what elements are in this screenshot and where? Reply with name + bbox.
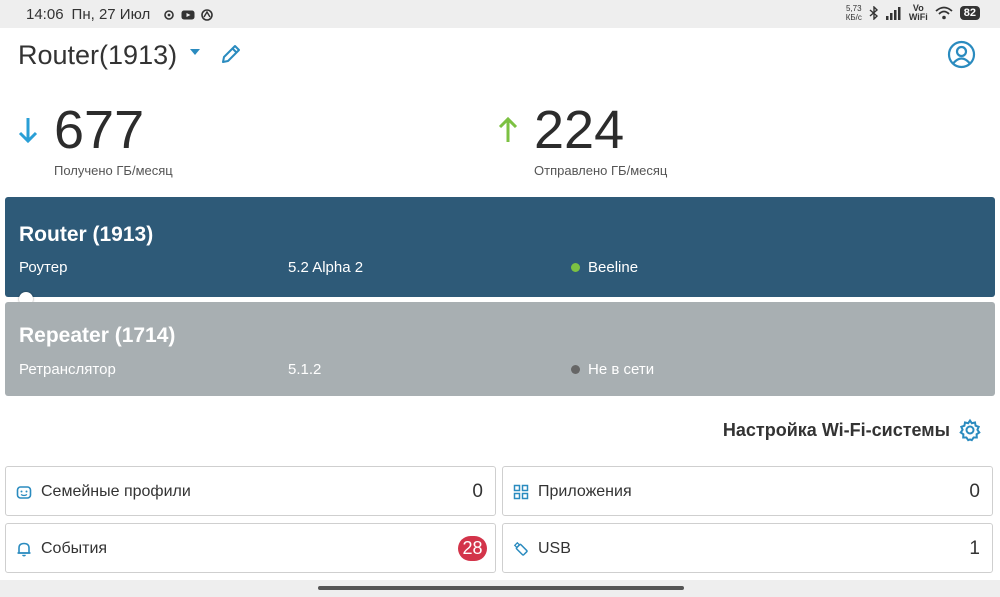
gear-icon xyxy=(959,418,981,442)
tile-label: Семейные профили xyxy=(41,483,191,500)
events-count-badge: 28 xyxy=(458,536,487,561)
received-label: Получено ГБ/месяц xyxy=(54,163,173,178)
vowifi-indicator: Vo WiFi xyxy=(909,4,928,22)
status-time: 14:06 xyxy=(26,6,64,23)
arrow-up-icon xyxy=(498,116,518,142)
speed-value: 5,73 xyxy=(845,4,862,13)
signal-icon xyxy=(885,6,901,20)
settings-icon xyxy=(164,9,175,20)
grid-icon xyxy=(513,484,529,500)
wifi-settings-link[interactable]: Настройка Wi-Fi-системы xyxy=(723,418,982,442)
device-version: 5.2 Alpha 2 xyxy=(288,259,364,276)
device-name: Repeater (1714) xyxy=(19,324,176,347)
tile-count: 0 xyxy=(472,481,483,502)
gesture-handle[interactable] xyxy=(318,586,684,590)
app-icon xyxy=(201,8,214,21)
tile-label: USB xyxy=(538,540,571,557)
dropdown-arrow-icon[interactable] xyxy=(190,49,200,56)
tile-family-profiles[interactable]: Семейные профили 0 xyxy=(5,466,496,516)
vowifi-bottom: WiFi xyxy=(908,12,928,22)
device-type: Роутер xyxy=(19,259,68,276)
status-date: Пн, 27 Июл xyxy=(71,6,151,23)
status-dot-offline xyxy=(571,365,580,374)
device-type: Ретранслятор xyxy=(19,361,116,378)
account-icon[interactable] xyxy=(947,40,976,69)
device-status-text: Не в сети xyxy=(588,361,655,378)
tile-label: Приложения xyxy=(538,483,632,500)
bell-icon xyxy=(17,542,31,557)
tile-count: 1 xyxy=(969,538,980,559)
device-status-text: Beeline xyxy=(588,259,639,276)
tile-applications[interactable]: Приложения 0 xyxy=(502,466,993,516)
device-name: Router (1913) xyxy=(19,223,154,246)
tile-events[interactable]: События 28 xyxy=(5,523,496,573)
network-speed: 5,73 КБ/с xyxy=(846,4,862,22)
device-version: 5.1.2 xyxy=(288,361,322,378)
device-status: Beeline xyxy=(571,259,638,276)
speed-unit: КБ/с xyxy=(845,13,862,22)
sent-value: 224 xyxy=(534,100,625,160)
tile-count: 0 xyxy=(969,481,980,502)
wifi-settings-label: Настройка Wi-Fi-системы xyxy=(722,419,950,440)
sent-label: Отправлено ГБ/месяц xyxy=(534,163,668,178)
wifi-icon xyxy=(935,6,953,20)
status-dot-online xyxy=(571,263,580,272)
arrow-down-icon xyxy=(18,118,38,144)
bluetooth-icon xyxy=(869,6,878,20)
page-title[interactable]: Router(1913) xyxy=(18,40,177,71)
status-bar: 14:06 Пн, 27 Июл 5,73 КБ/с Vo WiFi 82 xyxy=(0,0,1000,28)
family-icon xyxy=(16,486,32,499)
tile-usb[interactable]: USB 1 xyxy=(502,523,993,573)
device-status: Не в сети xyxy=(571,361,654,378)
tile-label: События xyxy=(41,540,108,557)
device-card-router[interactable]: Router (1913) Роутер 5.2 Alpha 2 Beeline xyxy=(5,197,995,297)
youtube-icon xyxy=(181,10,195,19)
received-value: 677 xyxy=(54,100,145,160)
pencil-icon[interactable] xyxy=(219,42,243,66)
battery-icon: 82 xyxy=(959,6,980,20)
app-header: Router(1913) xyxy=(0,28,1000,84)
device-card-repeater[interactable]: Repeater (1714) Ретранслятор 5.1.2 Не в … xyxy=(5,302,995,396)
usb-icon xyxy=(513,541,528,556)
